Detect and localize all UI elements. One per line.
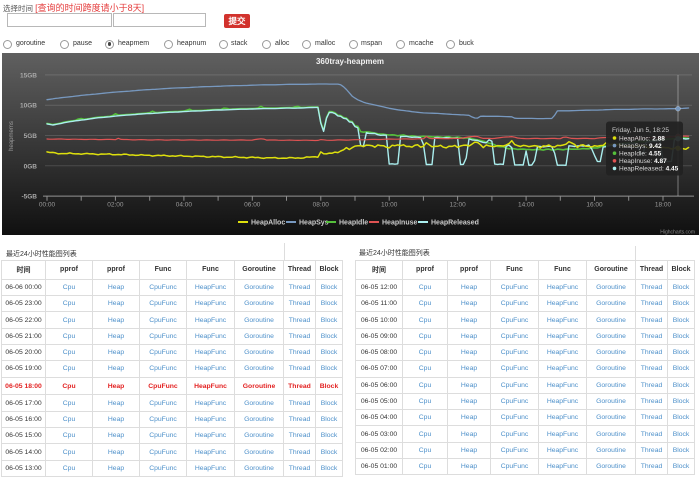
svg-text:HeapReleased: HeapReleased [431, 220, 479, 227]
svg-text:16:00: 16:00 [586, 202, 603, 209]
svg-text:Highcharts.com: Highcharts.com [660, 230, 695, 236]
svg-text:HeapInuse: HeapInuse [382, 220, 418, 227]
svg-text:15GB: 15GB [20, 72, 37, 79]
svg-text:HeapInuse: 4.87: HeapInuse: 4.87 [619, 158, 667, 165]
svg-text:18:00: 18:00 [655, 202, 672, 209]
svg-text:10GB: 10GB [20, 103, 37, 110]
svg-text:12:00: 12:00 [449, 202, 466, 209]
svg-text:heapmems: heapmems [9, 121, 15, 151]
svg-text:06:00: 06:00 [244, 202, 261, 209]
svg-text:08:00: 08:00 [313, 202, 330, 209]
svg-text:04:00: 04:00 [176, 202, 193, 209]
svg-text:5GB: 5GB [24, 133, 38, 140]
svg-text:360tray-heapmem: 360tray-heapmem [316, 57, 384, 66]
svg-text:-5GB: -5GB [21, 194, 37, 201]
svg-text:14:00: 14:00 [518, 202, 535, 209]
svg-text:HeapAlloc: HeapAlloc [251, 220, 285, 227]
svg-text:00:00: 00:00 [39, 202, 56, 209]
svg-text:HeapSys: 9.42: HeapSys: 9.42 [619, 143, 662, 150]
svg-text:HeapAlloc: 2.88: HeapAlloc: 2.88 [619, 135, 665, 142]
svg-text:02:00: 02:00 [107, 202, 124, 209]
svg-text:HeapIdle: HeapIdle [339, 220, 368, 227]
svg-text:10:00: 10:00 [381, 202, 398, 209]
svg-text:HeapReleased: 4.45: HeapReleased: 4.45 [619, 166, 679, 173]
svg-text:HeapIdle: 4.55: HeapIdle: 4.55 [619, 151, 662, 158]
svg-text:Friday, Jun 5, 18:25: Friday, Jun 5, 18:25 [612, 127, 669, 134]
svg-text:0GB: 0GB [24, 163, 38, 170]
svg-text:HeapSys: HeapSys [299, 220, 329, 227]
